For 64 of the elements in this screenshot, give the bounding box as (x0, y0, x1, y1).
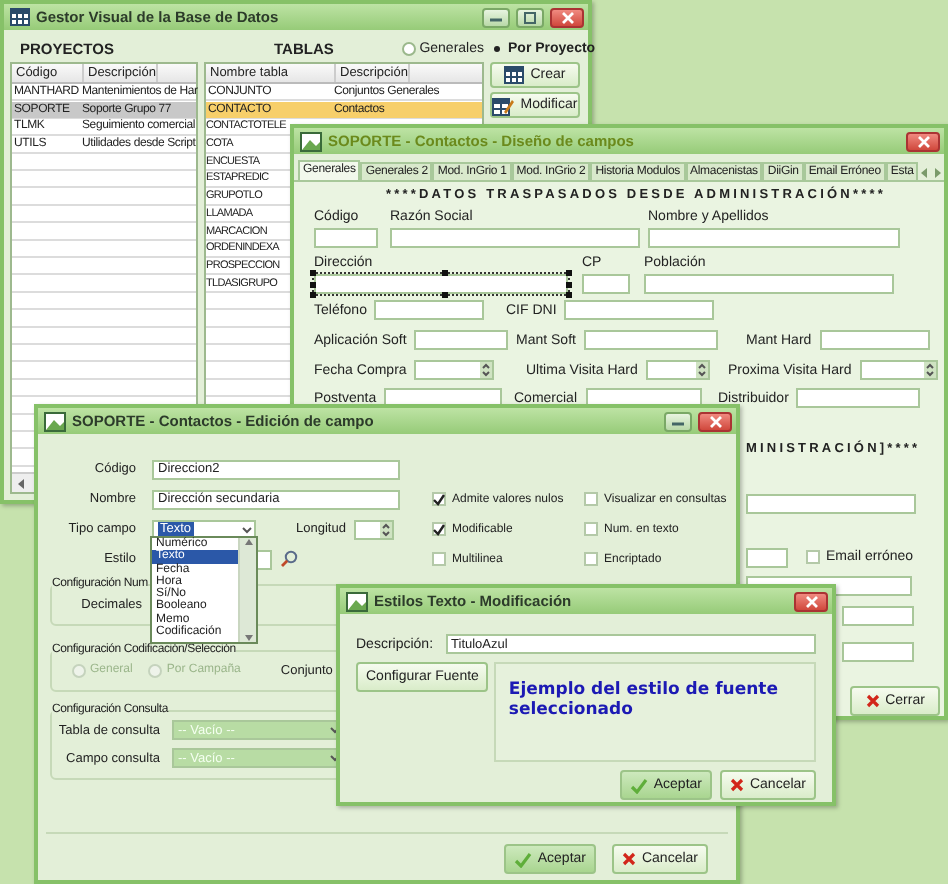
close-icon (561, 11, 573, 23)
spinner-arrows-icon (695, 362, 708, 378)
maximize-button[interactable] (516, 7, 544, 27)
selection-handle[interactable] (441, 270, 447, 276)
scrollbar[interactable] (238, 538, 256, 642)
picture-icon (44, 411, 66, 431)
input-field[interactable] (746, 494, 916, 514)
x-icon (865, 694, 880, 708)
check-icon (629, 777, 648, 793)
input-field[interactable] (842, 606, 914, 626)
input-field[interactable] (374, 300, 485, 320)
picture-icon (346, 591, 368, 611)
radio-button[interactable] (401, 41, 416, 55)
date-field[interactable] (414, 360, 495, 380)
checkbox[interactable] (432, 492, 446, 506)
arrow-right-icon (932, 166, 945, 180)
minimize-button[interactable] (482, 7, 510, 27)
input-field[interactable] (314, 228, 378, 248)
input-field[interactable] (842, 642, 914, 662)
spinner-arrows-icon (923, 362, 936, 378)
x-icon (729, 778, 744, 792)
check-icon (513, 851, 532, 867)
input-field[interactable] (314, 274, 568, 294)
input-field[interactable] (564, 300, 715, 320)
close-icon (805, 595, 817, 607)
checkbox[interactable] (432, 522, 446, 536)
x-icon (621, 852, 636, 866)
input-field[interactable] (746, 548, 788, 568)
close-button[interactable] (550, 7, 584, 27)
input-field[interactable] (819, 330, 930, 350)
minimize-button[interactable] (664, 411, 692, 431)
arrow-left-icon (918, 166, 931, 180)
magnifier-icon (280, 550, 298, 568)
picture-icon (300, 131, 322, 151)
input-field[interactable] (390, 228, 640, 248)
minus-icon (490, 13, 502, 21)
chevron-down-icon (240, 521, 254, 537)
arrow-down-icon (243, 634, 253, 642)
close-icon (917, 135, 929, 147)
input-field[interactable] (796, 388, 921, 408)
arrow-left-icon (16, 477, 26, 489)
radio-button[interactable] (490, 41, 504, 55)
close-icon (709, 415, 721, 427)
table-pencil-icon (492, 95, 515, 115)
spinner-arrows-icon (480, 362, 493, 378)
date-field[interactable] (859, 360, 938, 380)
font-preview: Ejemplo del estilo de fuente seleccionado (494, 662, 816, 762)
arrow-up-icon (243, 538, 253, 546)
table-icon (504, 66, 525, 84)
square-icon (524, 11, 536, 23)
close-button[interactable] (906, 131, 940, 151)
spinner-field[interactable] (353, 519, 394, 539)
input-field[interactable] (648, 228, 900, 248)
input-field[interactable] (582, 274, 630, 294)
spinner-arrows-icon (379, 521, 392, 537)
table-icon (10, 8, 30, 26)
close-button[interactable] (698, 411, 732, 431)
selection-handle[interactable] (441, 292, 447, 298)
date-field[interactable] (645, 360, 710, 380)
input-field[interactable] (644, 274, 894, 294)
input-field[interactable] (414, 330, 509, 350)
close-button[interactable] (794, 591, 828, 611)
input-field[interactable] (583, 330, 718, 350)
minus-icon (672, 417, 684, 425)
